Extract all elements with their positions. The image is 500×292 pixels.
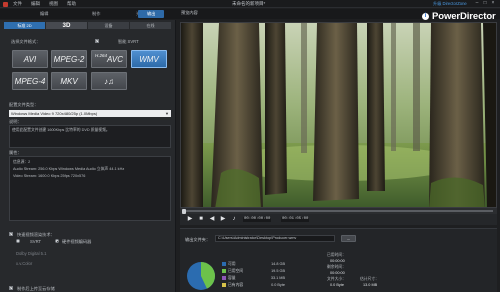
stat-remaining-label: 剩余时间： xyxy=(327,265,346,269)
scrubber-handle[interactable] xyxy=(182,208,186,214)
legend-swatch xyxy=(222,262,226,266)
window-title: 未命名的新项目* xyxy=(232,1,266,6)
upload-checkbox[interactable] xyxy=(9,285,13,290)
h264-superscript: H.264 xyxy=(94,53,107,58)
stat-estimate-label: 估计尺寸： xyxy=(360,277,379,281)
brand-logo-icon: i xyxy=(422,12,429,20)
output-folder-label: 输出文件夹： xyxy=(185,237,211,242)
menu-file[interactable]: 文件 xyxy=(13,1,22,7)
profile-label: 配置文件类型： xyxy=(9,102,39,107)
app-logo-icon xyxy=(3,1,8,7)
browse-button[interactable]: ... xyxy=(341,235,356,242)
volume-icon[interactable]: ♪ xyxy=(230,215,238,224)
legend-swatch xyxy=(222,276,226,280)
hw-encoder-label: 硬件视频编码器 xyxy=(62,239,92,244)
stat-elapsed-label: 已用时间： xyxy=(327,253,346,257)
total-timecode: 00:01:05:00 xyxy=(281,217,310,222)
scrubber-track xyxy=(184,210,493,212)
forest-frame xyxy=(181,23,496,207)
format-avc-button[interactable]: H.264AVC xyxy=(91,50,127,68)
format-mkv-button[interactable]: MKV xyxy=(51,72,87,90)
menu-edit[interactable]: 编辑 xyxy=(31,1,40,7)
tab-produce[interactable]: 制作 xyxy=(92,10,100,18)
minimize-icon[interactable]: – xyxy=(474,1,480,6)
description-box: 使用此配置文件创建 1600Kbps 比特率的 DVD 质量视频。 xyxy=(9,125,171,148)
upgrade-link[interactable]: 升级 DirectorZone xyxy=(433,1,467,7)
transport-controls: ▶ ■ ◀ ▶ ♪ 00:00:00:00 00:01:05:00 xyxy=(180,214,497,225)
svrt-radio[interactable] xyxy=(16,239,20,243)
legend-swatch xyxy=(222,269,226,273)
chevron-down-icon: ▼ xyxy=(165,111,169,116)
output-path-field[interactable]: C:\Users\Administrator\Desktop\Producer.… xyxy=(215,235,335,242)
info-line: 信息源：2 xyxy=(13,160,31,164)
subtab-online[interactable]: 在线 xyxy=(130,22,171,29)
svrt-label: 智能 SVRT xyxy=(118,39,139,44)
format-avi-button[interactable]: AVI xyxy=(12,50,48,68)
stat-filesize-value: 0.0 Byte xyxy=(330,283,344,287)
legend-value: 14.8 GB xyxy=(271,262,285,266)
disk-usage-pie xyxy=(187,262,216,290)
stat-elapsed-value: 00:00:00 xyxy=(330,259,345,263)
title-bar: 文件 编辑 视图 帮助 未命名的新项目* 升级 DirectorZone – □… xyxy=(0,0,500,8)
dolby-label: Dolby Digital 5.1 xyxy=(16,251,47,256)
legend-label: 容量 xyxy=(228,276,236,280)
menu-help[interactable]: 帮助 xyxy=(67,1,76,7)
svrt-checkbox[interactable] xyxy=(95,38,99,43)
prev-frame-icon[interactable]: ◀ xyxy=(208,215,216,224)
tab-edit[interactable]: 编辑 xyxy=(40,10,48,18)
legend-value: 19.5 GB xyxy=(271,269,285,273)
upload-label: 制作后上传至云存储 xyxy=(17,286,55,291)
profile-value: Windows Media Video 9 720x480/25p (1.0Mb… xyxy=(11,111,98,116)
legend-swatch xyxy=(222,283,226,287)
legend-label: 已用空间 xyxy=(228,269,244,273)
subtab-device[interactable]: 设备 xyxy=(88,22,129,29)
menu-bar: 文件 编辑 视图 帮助 xyxy=(0,0,85,8)
brand: i PowerDirector xyxy=(422,9,496,23)
produce-subtabs: 标准 2D 3D 设备 在线 xyxy=(4,22,172,29)
description-text: 使用此配置文件创建 1600Kbps 比特率的 DVD 质量视频。 xyxy=(12,128,110,132)
legend-value: 0.0 Byte xyxy=(271,283,285,287)
subtab-3d[interactable]: 3D xyxy=(46,22,87,29)
stat-remaining-value: 00:00:00 xyxy=(330,271,345,275)
hw-encoder-radio[interactable] xyxy=(55,239,59,243)
xvcolor-label: x.v.Color xyxy=(16,261,33,266)
produce-settings-panel: 标准 2D 3D 设备 在线 选择文件格式： 智能 SVRT AVI MPEG-… xyxy=(0,20,176,292)
legend-label: 已有内容 xyxy=(228,283,244,287)
profile-select[interactable]: Windows Media Video 9 720x480/25p (1.0Mb… xyxy=(9,110,171,117)
stop-icon[interactable]: ■ xyxy=(197,215,205,224)
legend-value: 33.1 MB xyxy=(270,276,285,280)
close-icon[interactable]: × xyxy=(490,1,496,6)
next-frame-icon[interactable]: ▶ xyxy=(219,215,227,224)
menu-view[interactable]: 视图 xyxy=(49,1,58,7)
preview-header: 预览内容 xyxy=(181,10,198,15)
stat-estimate-value: 13.0 MB xyxy=(363,283,378,287)
tab-output[interactable]: 输出 xyxy=(138,10,165,18)
format-mpeg2-button[interactable]: MPEG-2 xyxy=(51,50,87,68)
properties-box: 信息源：2 Audio Stream: 256.0 Kbps Windows M… xyxy=(9,156,171,221)
legend-row-capacity: 容量 xyxy=(222,276,236,281)
video-preview xyxy=(180,22,497,208)
format-audio-button[interactable]: ♪♫ xyxy=(91,72,127,90)
svrt-radio-label: SVRT xyxy=(30,239,42,244)
brand-name: PowerDirector xyxy=(432,10,496,22)
fast-render-checkbox[interactable] xyxy=(9,231,13,236)
subtab-standard-2d[interactable]: 标准 2D xyxy=(4,22,45,29)
music-note-icon: ♪♫ xyxy=(104,77,114,86)
legend-row-existing: 已有内容 xyxy=(222,283,243,288)
format-section-label: 选择文件格式： xyxy=(11,39,41,44)
format-wmv-button[interactable]: WMV xyxy=(131,50,167,68)
play-icon[interactable]: ▶ xyxy=(186,215,194,224)
output-panel: 输出文件夹： C:\Users\Administrator\Desktop\Pr… xyxy=(180,228,497,292)
info-line: Audio Stream: 256.0 Kbps Windows Media A… xyxy=(13,167,125,171)
fast-render-label: 快速视频渲染技术： xyxy=(17,232,55,237)
stat-filesize-label: 文件大小： xyxy=(327,277,346,281)
legend-label: 可用 xyxy=(228,262,236,266)
legend-row-free: 可用 xyxy=(222,262,236,267)
current-timecode: 00:00:00:00 xyxy=(243,217,272,222)
format-mpeg4-button[interactable]: MPEG-4 xyxy=(12,72,48,90)
avc-label: AVC xyxy=(107,55,124,64)
maximize-icon[interactable]: □ xyxy=(482,1,488,6)
info-line: Video Stream: 1600.0 Kbps 25fps 720x576 xyxy=(13,174,86,178)
legend-row-used: 已用空间 xyxy=(222,269,243,274)
